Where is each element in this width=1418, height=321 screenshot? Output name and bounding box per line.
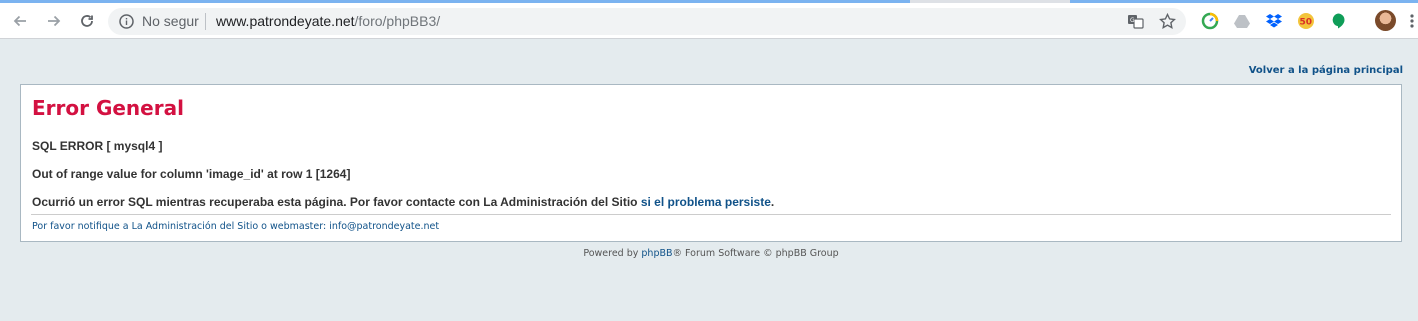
error-title: Error General	[32, 96, 184, 120]
url-text[interactable]: www.patrondeyate.net/foro/phpBB3/	[216, 13, 440, 30]
svg-text:50: 50	[1300, 18, 1313, 28]
address-bar[interactable]: No segur www.patrondeyate.net/foro/phpBB…	[108, 8, 1186, 35]
footer-powered-by: Powered by phpBB® Forum Software © phpBB…	[0, 248, 1418, 259]
50-extension-button[interactable]: 50	[1297, 12, 1315, 30]
panel-divider	[31, 214, 1391, 215]
hangouts-extension-button[interactable]	[1329, 12, 1347, 30]
phpbb-link[interactable]: phpBB	[641, 248, 672, 259]
forward-button[interactable]	[42, 9, 66, 33]
translate-icon[interactable]: G	[1126, 12, 1145, 31]
speed-extension-icon	[1201, 12, 1219, 30]
menu-icon[interactable]	[1409, 12, 1415, 30]
sql-error-message: Out of range value for column 'image_id'…	[32, 167, 351, 181]
problem-persists-link[interactable]: si el problema persiste	[641, 195, 771, 209]
browser-toolbar: No segur www.patrondeyate.net/foro/phpBB…	[0, 3, 1418, 39]
notify-admin-text[interactable]: Por favor notifique a La Administración …	[32, 221, 439, 232]
home-link[interactable]: Volver a la página principal	[1249, 65, 1403, 76]
sql-error-heading: SQL ERROR [ mysql4 ]	[32, 139, 163, 153]
error-explanation: Ocurrió un error SQL mientras recuperaba…	[32, 195, 774, 209]
url-path: /foro/phpBB3/	[354, 13, 441, 29]
reload-icon	[81, 15, 93, 27]
url-host: www.patrondeyate.net	[216, 13, 355, 29]
dropbox-extension-icon	[1266, 14, 1282, 28]
drive-extension-icon	[1234, 15, 1250, 28]
50-extension-icon: 50	[1298, 13, 1314, 29]
back-icon	[13, 15, 26, 27]
info-icon[interactable]	[118, 13, 135, 30]
profile-avatar[interactable]	[1375, 10, 1396, 31]
star-icon[interactable]	[1158, 12, 1177, 31]
error-explanation-text: Ocurrió un error SQL mientras recuperaba…	[32, 195, 638, 209]
dropbox-extension-button[interactable]	[1265, 12, 1283, 30]
svg-text:G: G	[1130, 17, 1135, 24]
error-panel: Error General SQL ERROR [ mysql4 ] Out o…	[20, 84, 1402, 242]
security-label[interactable]: No segur	[142, 13, 199, 30]
drive-extension-button[interactable]	[1233, 12, 1251, 30]
reload-button[interactable]	[75, 9, 99, 33]
hangouts-extension-icon	[1332, 13, 1345, 29]
omnibox-separator	[205, 13, 206, 30]
forward-icon	[48, 15, 61, 27]
back-button[interactable]	[8, 9, 32, 33]
powered-suffix: ® Forum Software © phpBB Group	[672, 248, 839, 259]
speed-extension-button[interactable]	[1201, 12, 1219, 30]
error-explanation-end: .	[770, 195, 775, 209]
powered-prefix: Powered by	[583, 248, 639, 259]
